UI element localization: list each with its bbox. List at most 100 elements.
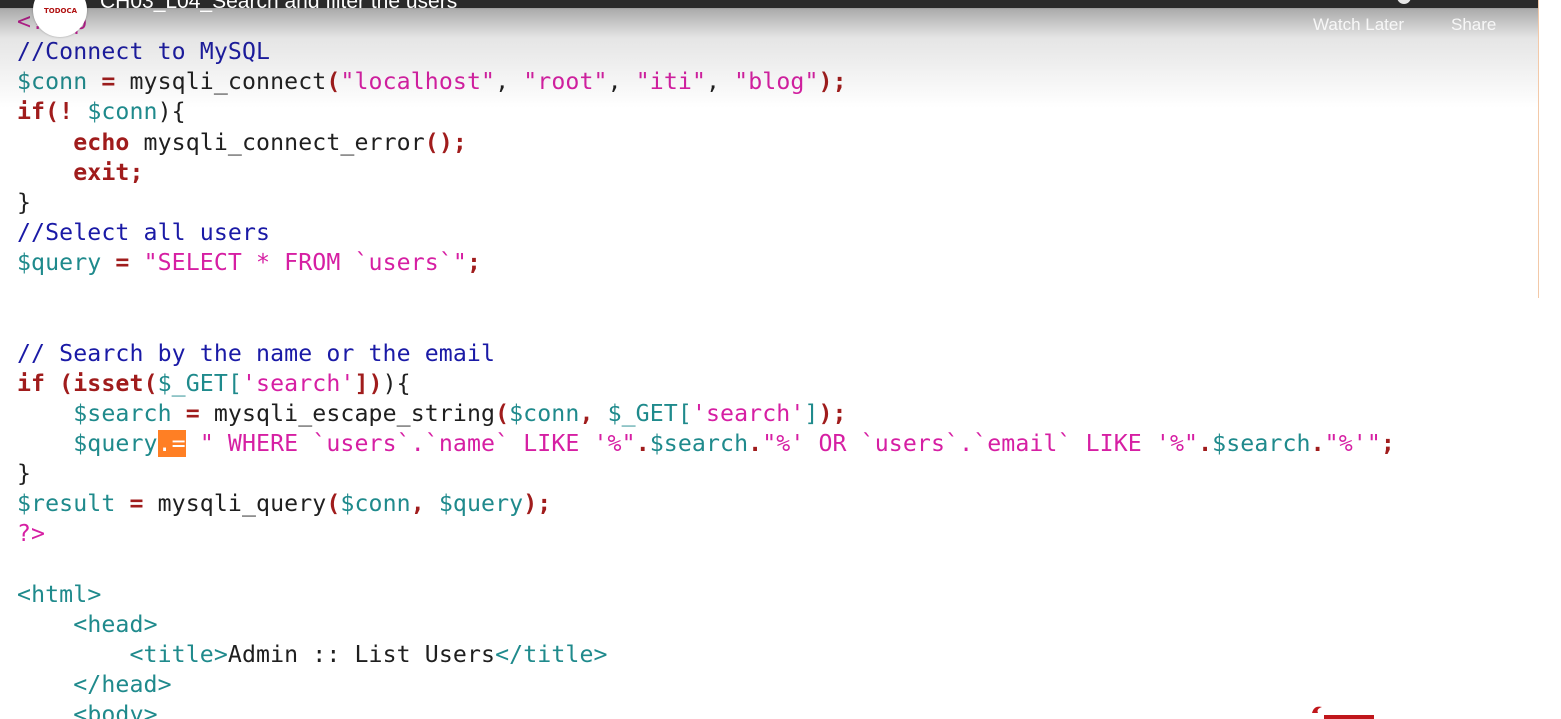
paren: ( [326,490,341,518]
semicolon: ; [466,249,482,277]
paren: ); [818,399,847,427]
tag-bracket: > [213,640,228,668]
code-line-18: ?> [17,519,1395,549]
html-tag: head [101,671,158,699]
comment: // Search by the name or the email [17,339,496,367]
variable: $_GET [157,369,228,397]
code-line-16: } [17,459,1395,489]
bracket: [ [677,399,692,427]
string: "%' OR `users`.`email` LIKE '%" [762,429,1199,457]
paren: ( [45,369,74,397]
code-line-12: // Search by the name or the email [17,339,1395,369]
function-name: mysqli_connect_error [129,128,425,156]
string: " WHERE `users`.`name` LIKE '%" [199,429,636,457]
paren: ); [523,490,552,518]
code-line-15: $query.= " WHERE `users`.`name` LIKE '%"… [17,429,1395,459]
code-line-2: //Connect to MySQL [17,37,1395,67]
video-title[interactable]: CH03_L04_Search and filter the users [100,0,457,14]
html-tag: html [31,580,88,608]
code-line-3: $conn = mysqli_connect("localhost", "roo… [17,67,1395,97]
variable: $search [73,399,172,427]
tag-bracket: < [73,701,88,719]
brace: } [17,460,32,488]
tag-bracket: </ [495,640,524,668]
operator: = [171,399,214,427]
comma: , [706,68,735,96]
keyword: if [17,98,46,126]
code-line-6: exit; [17,158,1395,188]
string: "SELECT * FROM `users`" [143,249,467,277]
share-button[interactable]: Share [1451,15,1496,35]
margin-line [1538,0,1539,298]
tag-bracket: > [143,701,158,719]
tag-bracket: </ [73,671,102,699]
function-name: mysqli_query [157,490,327,518]
operator: . [1310,429,1325,457]
variable: $conn [340,490,411,518]
code-line-17: $result = mysqli_query($conn, $query); [17,489,1395,519]
code-line-24: <body> [17,700,1395,719]
operator: . [1198,429,1213,457]
string: "%'" [1324,429,1381,457]
code-line-20: <html> [17,580,1395,610]
comma: , [579,399,608,427]
paren: (); [424,128,467,156]
keyword: echo [73,128,130,156]
variable: $conn [87,98,158,126]
tag-bracket: > [143,610,158,638]
channel-logo-text: TODOCA [44,7,78,15]
comma: , [607,68,636,96]
paren: ( [143,369,158,397]
string: "localhost" [340,68,496,96]
html-tag: title [143,640,214,668]
tag-bracket: < [129,640,144,668]
brand-logo-icon [1312,706,1374,719]
comment: //Select all users [17,218,271,246]
code-line-13: if (isset($_GET['search'])){ [17,369,1395,399]
variable: $query [438,490,524,518]
comma: , [495,68,524,96]
code-line-21: <head> [17,610,1395,640]
php-close-tag: ?> [17,520,46,548]
tag-bracket: > [593,640,608,668]
string: 'search' [691,399,805,427]
code-editor[interactable]: <?php//Connect to MySQL$conn = mysqli_co… [0,0,1538,719]
code-line-7: } [17,188,1395,218]
html-tag: head [87,610,144,638]
function-name: mysqli_escape_string [213,399,496,427]
keyword: exit; [73,158,144,186]
code-line-8: //Select all users [17,218,1395,248]
operator: . [635,429,650,457]
tag-bracket: < [73,610,88,638]
operator: = [101,249,144,277]
operator: = [115,490,158,518]
bracket: ]) [354,369,383,397]
code-block[interactable]: <?php//Connect to MySQL$conn = mysqli_co… [17,7,1395,719]
code-line-23: </head> [17,670,1395,700]
text-cursor: .= [157,429,186,457]
comment: //Connect to MySQL [17,38,271,66]
code-line-14: $search = mysqli_escape_string($conn, $_… [17,399,1395,429]
bracket: [ [227,369,242,397]
watch-later-button[interactable]: Watch Later [1313,15,1404,35]
variable: $result [17,490,116,518]
paren: ( [495,399,510,427]
function-name: mysqli_connect [129,68,327,96]
keyword: if [17,369,46,397]
semicolon: ; [1380,429,1395,457]
bracket: ] [804,399,819,427]
variable: $_GET [607,399,678,427]
variable: $search [649,429,749,457]
operator: . [748,429,763,457]
code-line-22: <title>Admin :: List Users</title> [17,640,1395,670]
html-tag: title [523,640,594,668]
string: "root" [523,68,608,96]
paren: ); [818,68,847,96]
code-line-5: echo mysqli_connect_error(); [17,128,1395,158]
string: 'search' [242,369,355,397]
variable: $query [17,249,102,277]
code-line-9: $query = "SELECT * FROM `users`"; [17,248,1395,278]
tag-bracket: > [157,671,172,699]
